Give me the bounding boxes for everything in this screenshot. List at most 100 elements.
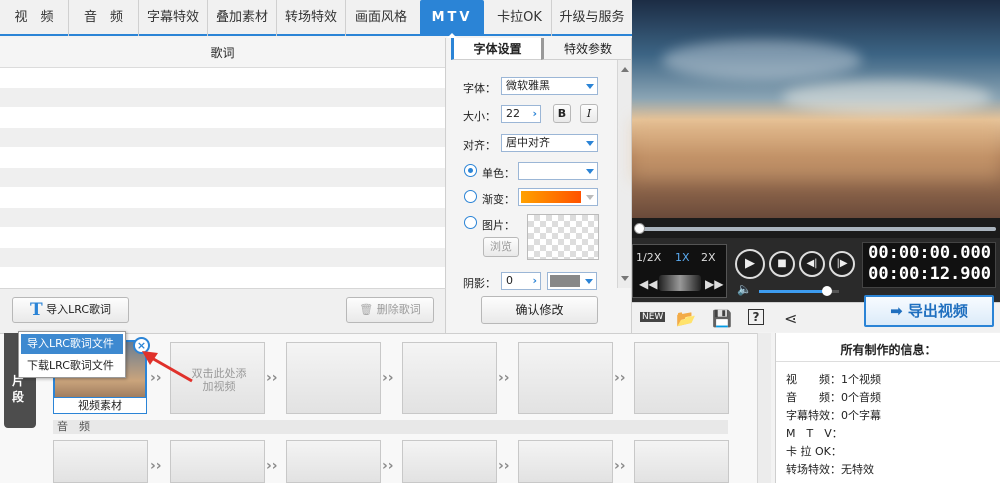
production-info-panel: 所有制作的信息： 视 频：1个视频 音 频：0个音频 字幕特效：0个字幕 M T… xyxy=(775,333,1000,483)
seek-handle[interactable] xyxy=(634,223,645,234)
shadow-color-select[interactable] xyxy=(547,272,597,290)
info-value: 0个字幕 xyxy=(841,409,881,422)
prev-frame-button[interactable]: ◀| xyxy=(799,251,825,277)
transition-arrow-icon[interactable]: ›› xyxy=(382,370,394,386)
save-icon[interactable]: 💾 xyxy=(712,309,732,328)
shadow-label: 阴影： xyxy=(463,277,496,290)
transition-arrow-icon[interactable]: ›› xyxy=(266,458,278,474)
volume-handle[interactable] xyxy=(822,286,832,296)
info-title: 所有制作的信息： xyxy=(840,343,937,357)
delete-lyrics-button[interactable]: 🗑 删除歌词 xyxy=(346,297,434,323)
lyrics-header: 歌词 xyxy=(0,38,445,68)
transition-arrow-icon[interactable]: ›› xyxy=(498,458,510,474)
transition-arrow-icon[interactable]: ›› xyxy=(150,458,162,474)
tab-effect-params[interactable]: 特效参数 xyxy=(541,38,632,60)
info-key: 转场特效： xyxy=(786,463,841,476)
next-frame-icon: |▶ xyxy=(836,258,848,269)
mono-label: 单色： xyxy=(482,167,515,180)
shadow-input[interactable]: 0 › xyxy=(501,272,541,290)
lyrics-list[interactable] xyxy=(0,68,445,288)
audio-slot[interactable] xyxy=(402,440,497,483)
mono-color-select[interactable] xyxy=(518,162,598,180)
menu-item-import-lrc-file[interactable]: 导入LRC歌词文件 xyxy=(21,334,123,354)
bold-button[interactable]: B xyxy=(553,104,571,123)
size-label: 大小： xyxy=(463,110,496,123)
scroll-up-icon[interactable] xyxy=(621,63,629,72)
align-select[interactable]: 居中对齐 xyxy=(501,134,598,152)
italic-button[interactable]: I xyxy=(580,104,598,123)
rewind-icon[interactable]: ◀◀ xyxy=(639,277,657,291)
tab-font-settings[interactable]: 字体设置 xyxy=(451,38,541,60)
export-video-button[interactable]: ➡ 导出视频 xyxy=(864,295,994,327)
tab-subtitle-effects[interactable]: 字幕特效 xyxy=(139,0,208,36)
import-lrc-label: 导入LRC歌词 xyxy=(46,303,112,316)
new-project-icon[interactable]: NEW xyxy=(640,312,666,322)
open-folder-icon[interactable]: 📂 xyxy=(676,309,696,328)
time-display: 00:00:00.000 00:00:12.900 xyxy=(862,242,996,288)
mono-radio[interactable] xyxy=(464,164,477,177)
audio-slot[interactable] xyxy=(518,440,613,483)
help-icon[interactable]: ? xyxy=(748,309,764,325)
volume-track[interactable] xyxy=(759,286,839,296)
share-icon[interactable]: ⋖ xyxy=(784,309,797,328)
tab-video[interactable]: 视 频 xyxy=(0,0,69,36)
gradient-color-select[interactable] xyxy=(518,188,598,206)
empty-clip-slot[interactable] xyxy=(518,342,613,414)
speed-normal[interactable]: 1X xyxy=(675,251,690,264)
shadow-value: 0 xyxy=(506,274,513,287)
tab-picture-style[interactable]: 画面风格 xyxy=(346,0,416,36)
shuttle-dial[interactable] xyxy=(659,275,701,291)
play-button[interactable]: ▶ xyxy=(735,249,765,279)
fast-forward-icon[interactable]: ▶▶ xyxy=(705,277,723,291)
speed-half[interactable]: 1/2X xyxy=(636,251,661,264)
seek-bar[interactable] xyxy=(632,218,1000,238)
audio-slot[interactable] xyxy=(634,440,729,483)
import-lrc-button[interactable]: T 导入LRC歌词 xyxy=(12,297,129,323)
info-row: M T V： xyxy=(786,425,843,441)
chevron-right-icon: › xyxy=(532,274,537,287)
next-frame-button[interactable]: |▶ xyxy=(829,251,855,277)
confirm-button[interactable]: 确认修改 xyxy=(481,296,598,324)
empty-clip-slot[interactable] xyxy=(402,342,497,414)
browse-button[interactable]: 浏览 xyxy=(483,237,519,257)
empty-clip-slot[interactable] xyxy=(634,342,729,414)
chevron-down-icon xyxy=(586,84,594,93)
transition-arrow-icon[interactable]: ›› xyxy=(614,370,626,386)
audio-slot[interactable] xyxy=(170,440,265,483)
info-value: 0个音频 xyxy=(841,391,881,404)
timeline-scrollbar[interactable] xyxy=(757,333,771,483)
info-row: 字幕特效：0个字幕 xyxy=(786,407,881,423)
time-total: 00:00:12.900 xyxy=(868,264,991,284)
transition-arrow-icon[interactable]: ›› xyxy=(382,458,394,474)
video-clip-label: 视频素材 xyxy=(53,397,147,414)
gradient-radio[interactable] xyxy=(464,190,477,203)
tab-karaoke[interactable]: 卡拉OK xyxy=(488,0,552,36)
seek-track[interactable] xyxy=(636,227,996,231)
gradient-label: 渐变： xyxy=(482,193,515,206)
settings-scrollbar[interactable] xyxy=(617,60,631,288)
stop-button[interactable]: ■ xyxy=(769,251,795,277)
size-input[interactable]: 22 › xyxy=(501,105,541,123)
speed-double[interactable]: 2X xyxy=(701,251,716,264)
audio-slot[interactable] xyxy=(53,440,148,483)
menu-item-download-lrc-file[interactable]: 下载LRC歌词文件 xyxy=(21,356,123,376)
image-label: 图片： xyxy=(482,219,515,232)
tab-audio[interactable]: 音 频 xyxy=(69,0,139,36)
volume-icon[interactable]: 🔈 xyxy=(737,282,752,296)
empty-clip-slot[interactable] xyxy=(286,342,381,414)
tab-upgrade-service[interactable]: 升级与服务 xyxy=(552,0,632,36)
scroll-down-icon[interactable] xyxy=(621,276,629,285)
video-preview xyxy=(632,0,1000,218)
transition-arrow-icon[interactable]: ›› xyxy=(614,458,626,474)
transition-arrow-icon[interactable]: ›› xyxy=(266,370,278,386)
delete-lyrics-label: 删除歌词 xyxy=(376,303,421,316)
tab-mtv[interactable]: MTV xyxy=(420,0,484,38)
tab-overlay-material[interactable]: 叠加素材 xyxy=(208,0,277,36)
tab-transition-effects[interactable]: 转场特效 xyxy=(277,0,346,36)
image-radio[interactable] xyxy=(464,216,477,229)
lyrics-toolbar: T 导入LRC歌词 🗑 删除歌词 xyxy=(0,288,446,333)
transition-arrow-icon[interactable]: ›› xyxy=(498,370,510,386)
audio-slot[interactable] xyxy=(286,440,381,483)
font-select[interactable]: 微软雅黑 xyxy=(501,77,598,95)
gradient-swatch xyxy=(521,191,581,203)
